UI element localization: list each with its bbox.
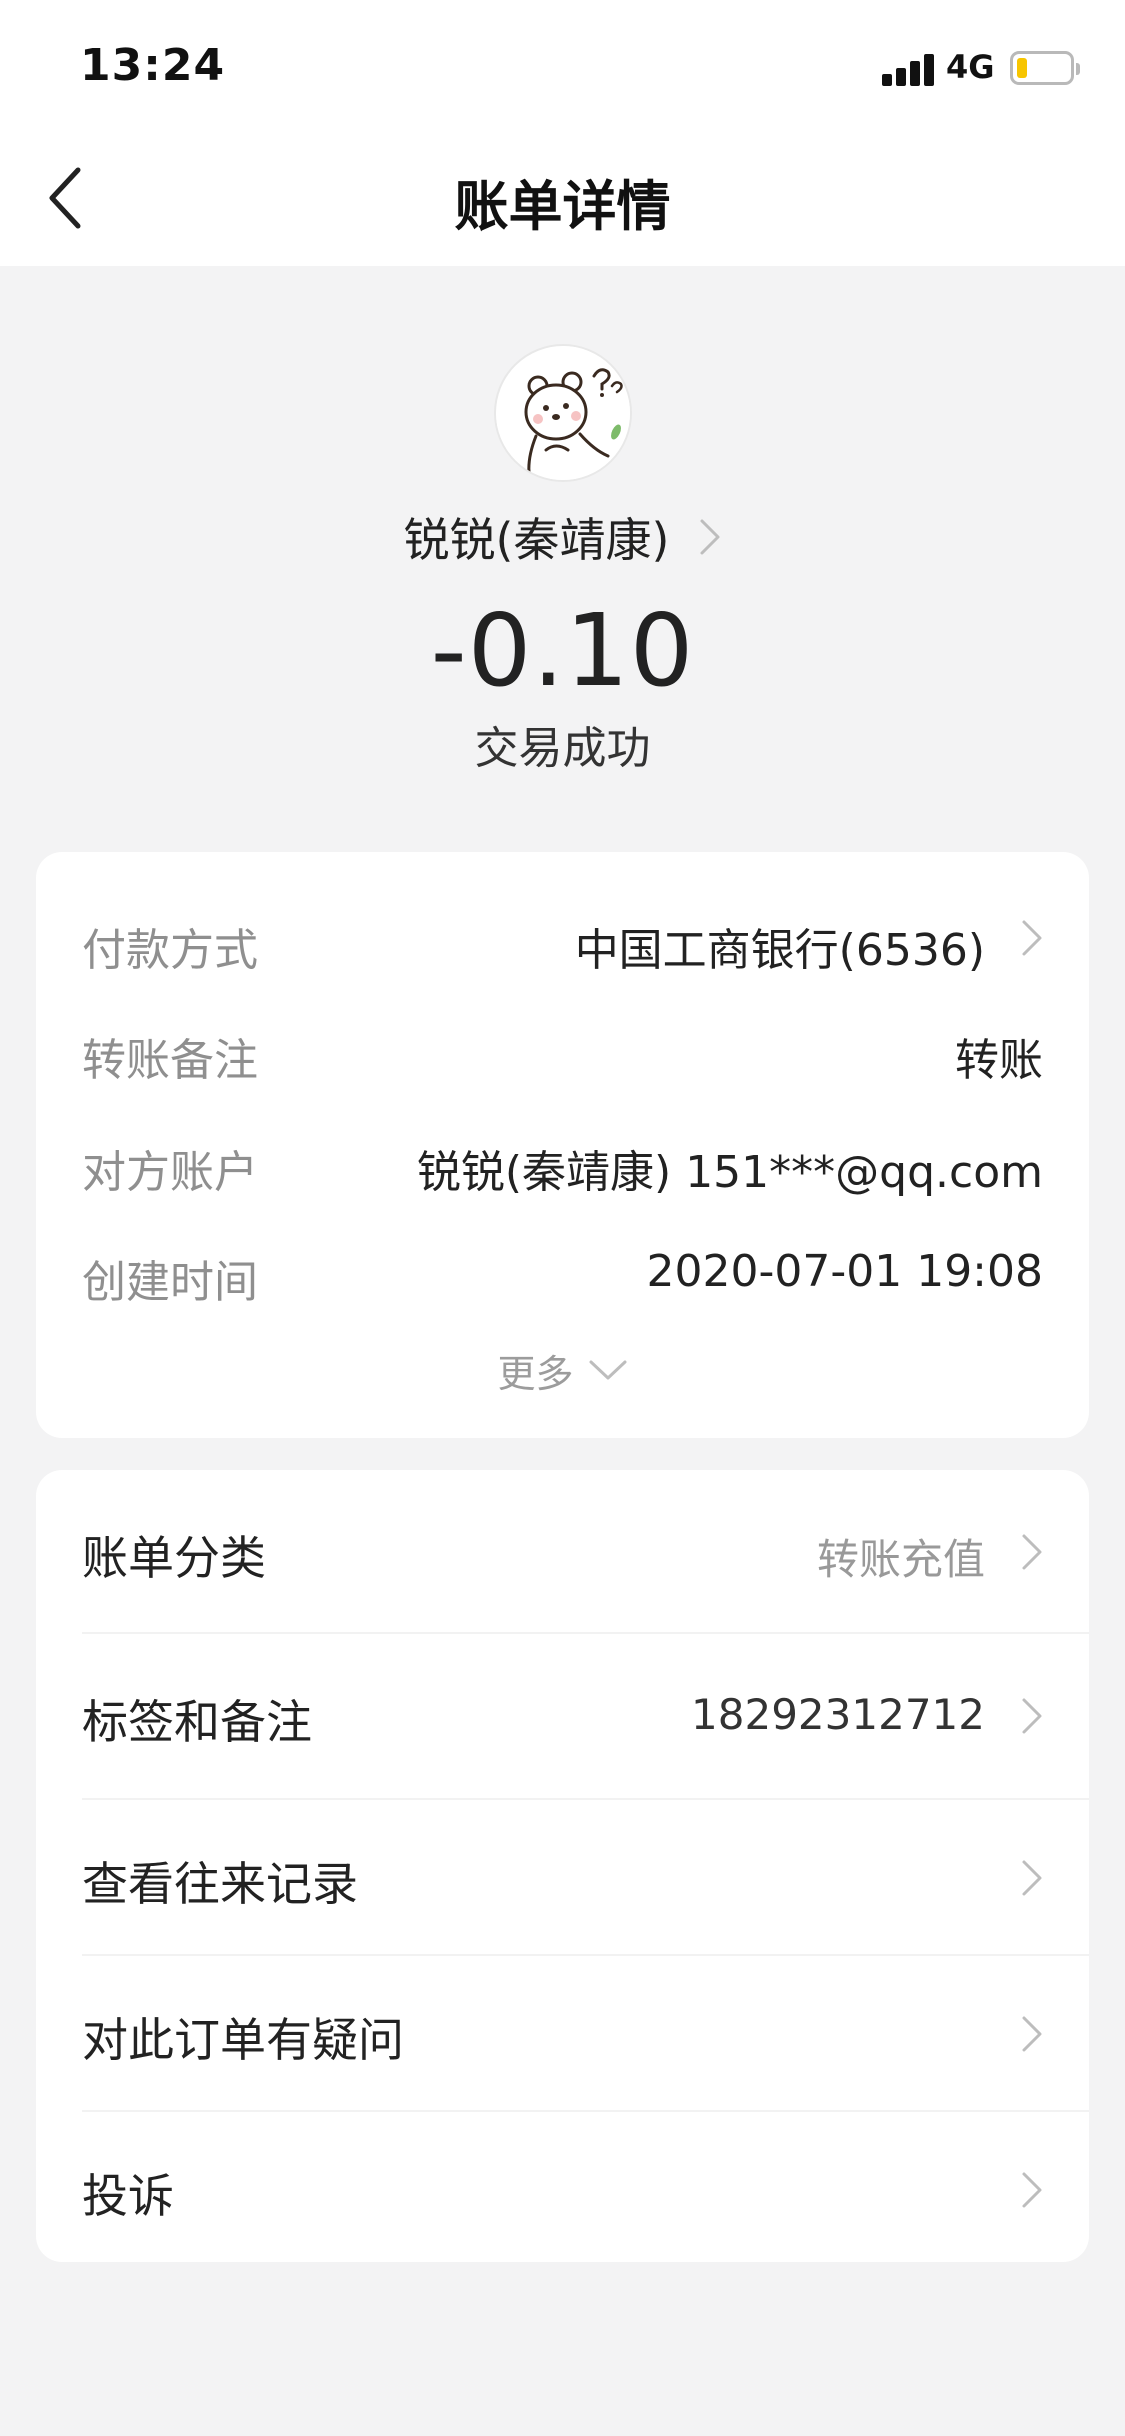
transaction-status: 交易成功	[474, 723, 651, 774]
status-bar: 13:24 4G	[0, 0, 1125, 132]
action-row-bill-category[interactable]: 账单分类 转账充值	[36, 1470, 1089, 1634]
chevron-right-icon	[1022, 1698, 1042, 1734]
action-label: 查看往来记录	[82, 1857, 358, 1911]
detail-value: 2020-07-01 19:08	[646, 1246, 1044, 1297]
battery-level	[1017, 58, 1027, 78]
detail-row-created-time: 创建时间 2020-07-01 19:08	[36, 1236, 1089, 1308]
action-value: 转账充值	[816, 1535, 985, 1584]
chevron-right-icon	[1022, 1534, 1042, 1570]
action-value: 18292312712	[691, 1690, 985, 1739]
detail-label: 对方账户	[82, 1147, 258, 1198]
page-title: 账单详情	[454, 175, 671, 238]
detail-value: 锐锐(秦靖康) 151***@qq.com	[416, 1147, 1043, 1198]
signal-icon	[882, 52, 936, 86]
action-label: 标签和备注	[82, 1695, 312, 1749]
details-card: 付款方式 中国工商银行(6536) 转账备注 转账 对方账户 锐锐(秦靖康) 1…	[36, 852, 1089, 1438]
transaction-amount: -0.10	[430, 592, 695, 709]
more-button[interactable]: 更多	[36, 1340, 1089, 1400]
detail-label: 付款方式	[82, 925, 258, 976]
network-type: 4G	[946, 48, 995, 86]
chevron-right-icon	[1022, 2016, 1042, 2052]
detail-label: 创建时间	[82, 1257, 258, 1308]
action-label: 对此订单有疑问	[82, 2013, 404, 2067]
action-label: 账单分类	[82, 1531, 266, 1585]
action-row-complaint[interactable]: 投诉	[36, 2112, 1089, 2262]
chevron-right-icon	[1022, 1860, 1042, 1896]
chevron-down-icon	[589, 1360, 626, 1380]
chevron-right-icon	[700, 519, 720, 555]
chevron-right-icon	[1022, 2172, 1042, 2208]
detail-value: 中国工商银行(6536)	[574, 925, 985, 976]
nav-bar: 账单详情	[0, 132, 1125, 266]
status-time: 13:24	[80, 40, 226, 91]
detail-row-payment-method[interactable]: 付款方式 中国工商银行(6536)	[36, 904, 1089, 976]
more-label: 更多	[497, 1351, 574, 1396]
battery-icon	[1010, 51, 1080, 85]
detail-value: 转账	[955, 1035, 1043, 1086]
avatar[interactable]	[494, 344, 632, 482]
detail-row-transfer-note: 转账备注 转账	[36, 1014, 1089, 1086]
payee-name: 锐锐(秦靖康)	[403, 513, 670, 567]
action-row-tags-notes[interactable]: 标签和备注 18292312712	[36, 1634, 1089, 1800]
actions-card: 账单分类 转账充值 标签和备注 18292312712 查看往来记录 对此订单有…	[36, 1470, 1089, 2262]
detail-row-counterparty-account: 对方账户 锐锐(秦靖康) 151***@qq.com	[36, 1126, 1089, 1198]
chevron-right-icon	[1022, 920, 1042, 956]
action-label: 投诉	[82, 2169, 174, 2223]
action-row-order-question[interactable]: 对此订单有疑问	[36, 1956, 1089, 2112]
detail-label: 转账备注	[82, 1035, 258, 1086]
action-row-transaction-history[interactable]: 查看往来记录	[36, 1800, 1089, 1956]
bear-avatar-icon	[496, 346, 630, 480]
payee-link[interactable]: 锐锐(秦靖康)	[0, 502, 1125, 572]
